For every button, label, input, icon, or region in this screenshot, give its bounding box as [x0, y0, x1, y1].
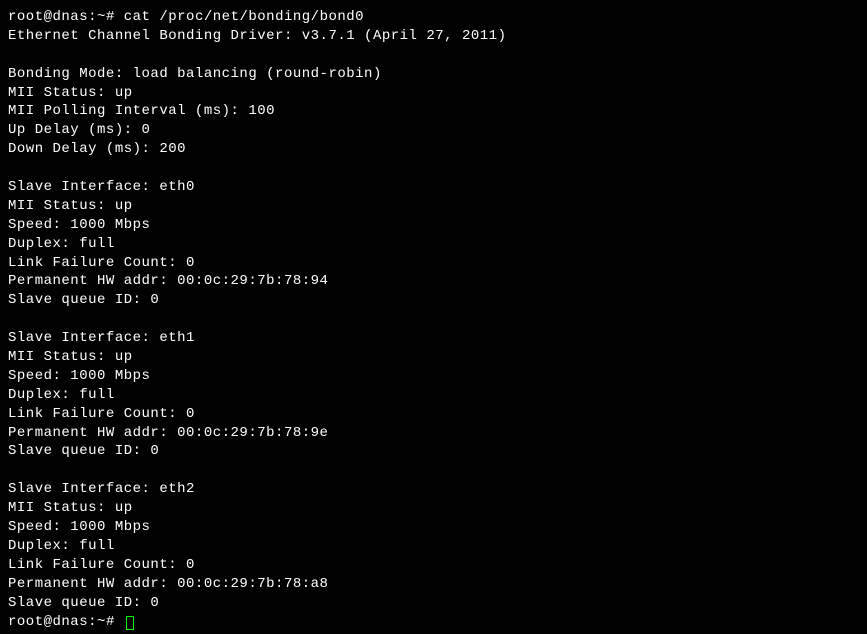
blank-line — [8, 46, 859, 65]
cursor-icon — [126, 616, 134, 630]
slave-queue-id: Slave queue ID: 0 — [8, 442, 859, 461]
prompt-symbol: # — [106, 9, 115, 25]
slave-link-failure: Link Failure Count: 0 — [8, 254, 859, 273]
slave-queue-id: Slave queue ID: 0 — [8, 594, 859, 613]
slave-duplex: Duplex: full — [8, 537, 859, 556]
slave-interface: Slave Interface: eth0 — [8, 178, 859, 197]
blank-line — [8, 461, 859, 480]
output-bonding-mode: Bonding Mode: load balancing (round-robi… — [8, 65, 859, 84]
prompt-line-2[interactable]: root@dnas:~# — [8, 613, 859, 632]
slave-interface: Slave Interface: eth1 — [8, 329, 859, 348]
slave-link-failure: Link Failure Count: 0 — [8, 556, 859, 575]
slave-hw-addr: Permanent HW addr: 00:0c:29:7b:78:a8 — [8, 575, 859, 594]
slave-speed: Speed: 1000 Mbps — [8, 518, 859, 537]
prompt-user-host: root@dnas — [8, 9, 88, 25]
slave-hw-addr: Permanent HW addr: 00:0c:29:7b:78:94 — [8, 272, 859, 291]
prompt-separator: : — [88, 9, 97, 25]
slave-interface: Slave Interface: eth2 — [8, 480, 859, 499]
slave-duplex: Duplex: full — [8, 235, 859, 254]
slave-mii-status: MII Status: up — [8, 499, 859, 518]
prompt-separator: : — [88, 614, 97, 630]
slave-mii-status: MII Status: up — [8, 197, 859, 216]
output-mii-polling: MII Polling Interval (ms): 100 — [8, 102, 859, 121]
prompt-path: ~ — [97, 9, 106, 25]
output-driver-line: Ethernet Channel Bonding Driver: v3.7.1 … — [8, 27, 859, 46]
command-text: cat /proc/net/bonding/bond0 — [124, 9, 364, 25]
blank-line — [8, 159, 859, 178]
slave-queue-id: Slave queue ID: 0 — [8, 291, 859, 310]
slave-hw-addr: Permanent HW addr: 00:0c:29:7b:78:9e — [8, 424, 859, 443]
prompt-path: ~ — [97, 614, 106, 630]
slave-duplex: Duplex: full — [8, 386, 859, 405]
slave-link-failure: Link Failure Count: 0 — [8, 405, 859, 424]
output-mii-status: MII Status: up — [8, 84, 859, 103]
prompt-symbol: # — [106, 614, 115, 630]
prompt-line-1[interactable]: root@dnas:~# cat /proc/net/bonding/bond0 — [8, 8, 859, 27]
blank-line — [8, 310, 859, 329]
slave-speed: Speed: 1000 Mbps — [8, 367, 859, 386]
output-up-delay: Up Delay (ms): 0 — [8, 121, 859, 140]
slave-mii-status: MII Status: up — [8, 348, 859, 367]
output-down-delay: Down Delay (ms): 200 — [8, 140, 859, 159]
prompt-user-host: root@dnas — [8, 614, 88, 630]
slave-speed: Speed: 1000 Mbps — [8, 216, 859, 235]
